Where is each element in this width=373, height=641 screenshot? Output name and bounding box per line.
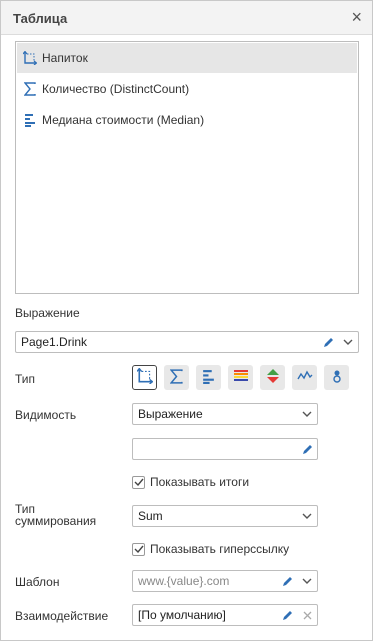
close-icon[interactable]: ×	[351, 7, 362, 27]
visibility-expression-field[interactable]	[132, 438, 318, 460]
visibility-value: Выражение	[138, 407, 203, 421]
type-sparkline-button[interactable]	[292, 365, 317, 390]
expression-label: Выражение	[15, 306, 80, 320]
type-dimension-button[interactable]	[132, 365, 157, 390]
panel-header: Таблица ×	[1, 1, 372, 35]
visibility-label: Видимость	[15, 408, 77, 422]
clear-x-icon[interactable]	[297, 605, 317, 625]
type-label: Тип	[15, 372, 36, 386]
sigma-icon	[169, 368, 183, 387]
panel-title: Таблица	[13, 11, 68, 26]
type-delta-button[interactable]	[260, 365, 285, 390]
summary-type-label-line2: суммирования	[15, 514, 97, 528]
list-item-label: Медиана стоимости (Median)	[42, 113, 205, 127]
interaction-label: Взаимодействие	[15, 609, 109, 623]
chevron-down-icon[interactable]	[338, 332, 358, 352]
chevron-down-icon[interactable]	[297, 404, 317, 424]
interaction-field[interactable]: [По умолчанию]	[132, 604, 318, 626]
type-indicator-button[interactable]	[324, 365, 349, 390]
list-item-count[interactable]: Количество (DistinctCount)	[17, 74, 357, 104]
pencil-icon[interactable]	[318, 332, 338, 352]
chevron-down-icon[interactable]	[297, 506, 317, 526]
summary-type-select[interactable]: Sum	[132, 505, 318, 527]
sparkline-icon	[296, 370, 313, 385]
show-hyperlink-checkbox[interactable]: Показывать гиперссылку	[132, 542, 289, 556]
type-color-scale-button[interactable]	[228, 365, 253, 390]
pencil-icon[interactable]	[277, 571, 297, 591]
template-label: Шаблон	[15, 575, 60, 589]
pencil-icon[interactable]	[297, 439, 317, 459]
expression-field[interactable]: Page1.Drink	[15, 331, 359, 353]
template-field[interactable]: www.{value}.com	[132, 570, 318, 592]
up-down-arrows-icon	[266, 368, 280, 387]
checkbox-checked-icon[interactable]	[132, 542, 145, 556]
visibility-select[interactable]: Выражение	[132, 403, 318, 425]
table-properties-panel: Таблица × Напиток Количество (DistinctCo…	[0, 0, 373, 641]
list-item-drink[interactable]: Напиток	[17, 43, 357, 73]
color-bars-icon	[233, 369, 249, 386]
chevron-down-icon[interactable]	[297, 571, 317, 591]
summary-type-value: Sum	[138, 509, 163, 523]
indicator-icon	[331, 368, 343, 387]
expression-value: Page1.Drink	[21, 335, 88, 349]
type-bars-button[interactable]	[196, 365, 221, 390]
type-measure-button[interactable]	[164, 365, 189, 390]
template-placeholder: www.{value}.com	[138, 574, 230, 588]
fields-list: Напиток Количество (DistinctCount) Медиа…	[15, 41, 359, 294]
pencil-icon[interactable]	[277, 605, 297, 625]
list-item-median[interactable]: Медиана стоимости (Median)	[17, 105, 357, 135]
show-totals-checkbox[interactable]: Показывать итоги	[132, 475, 249, 489]
list-item-label: Количество (DistinctCount)	[42, 82, 190, 96]
show-hyperlink-label: Показывать гиперссылку	[150, 542, 290, 556]
align-left-bars-icon	[202, 369, 215, 387]
dimension-axis-icon	[135, 367, 154, 387]
summary-type-label: Тип суммирования	[15, 503, 96, 527]
sigma-icon	[23, 81, 37, 97]
dimension-axis-icon	[23, 50, 37, 66]
list-item-label: Напиток	[42, 51, 88, 65]
show-totals-label: Показывать итоги	[150, 475, 250, 489]
align-left-bars-icon	[23, 112, 37, 128]
checkbox-checked-icon[interactable]	[132, 475, 145, 489]
interaction-value: [По умолчанию]	[138, 608, 226, 622]
